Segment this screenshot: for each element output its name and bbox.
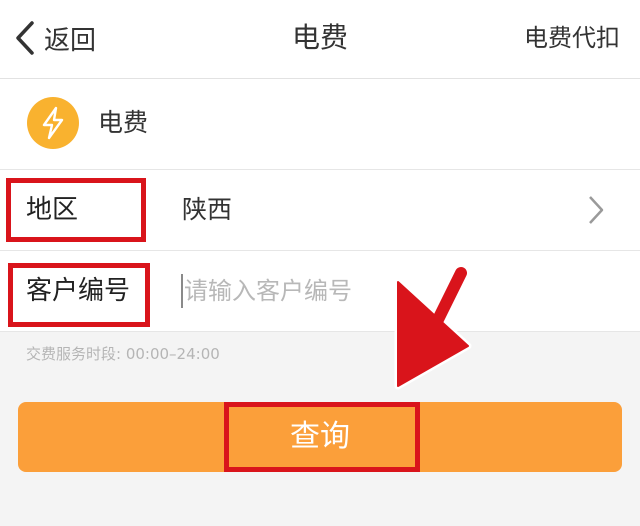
service-label: 电费 <box>98 108 149 137</box>
service-header: 电费 <box>0 79 640 170</box>
region-value: 陕西 <box>182 195 233 224</box>
lightning-icon <box>27 97 79 149</box>
text-cursor <box>181 274 183 308</box>
service-hours-note: 交费服务时段: 00:00–24:00 <box>26 345 220 363</box>
region-selector[interactable]: 地区 陕西 <box>0 170 640 251</box>
customer-number-row: 客户编号 <box>0 251 640 332</box>
customer-number-input[interactable] <box>180 269 604 313</box>
query-button[interactable]: 查询 <box>18 402 622 472</box>
electricity-payment-page: 返回 电费 电费代扣 电费 地区 陕西 客户编号 交费服务时段: 00:00–2… <box>0 0 640 526</box>
customer-number-label: 客户编号 <box>26 276 131 306</box>
region-label: 地区 <box>26 195 79 225</box>
auto-debit-link[interactable]: 电费代扣 <box>524 18 620 58</box>
query-button-label: 查询 <box>290 419 350 454</box>
chevron-right-icon <box>588 195 604 229</box>
navigation-bar: 返回 电费 电费代扣 <box>0 0 640 79</box>
